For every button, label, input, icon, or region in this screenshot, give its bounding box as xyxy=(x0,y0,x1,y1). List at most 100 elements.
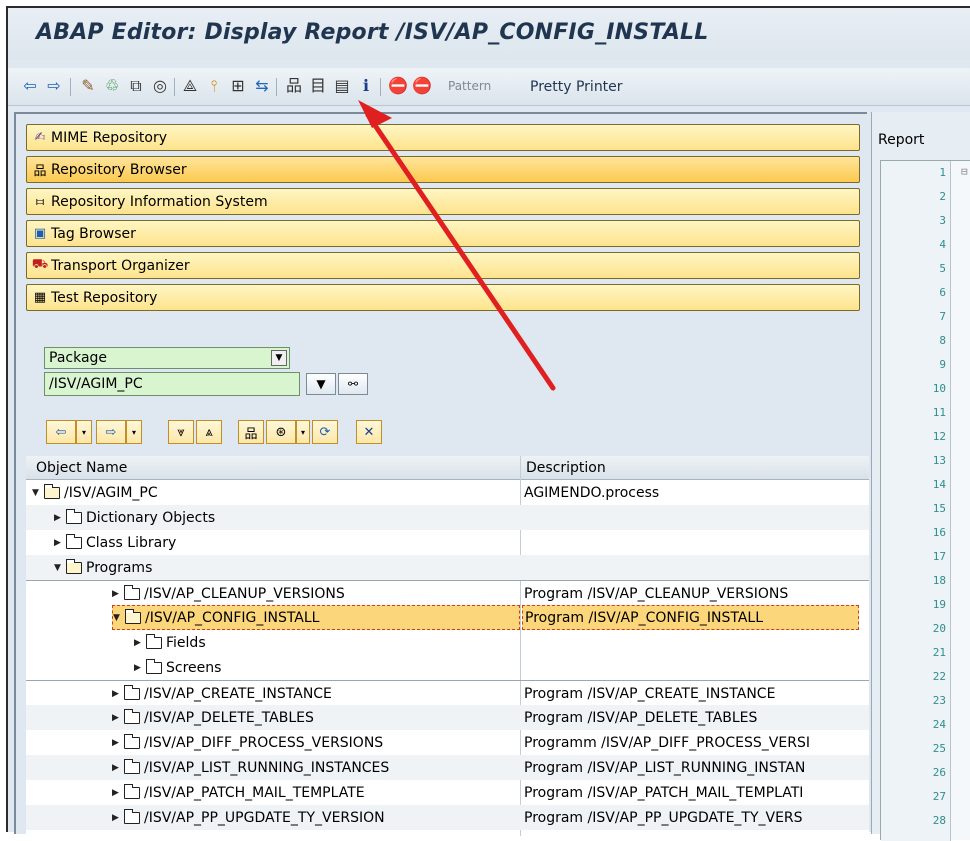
display-dropdown-button[interactable]: ▼ xyxy=(306,373,336,395)
hierarchy-button[interactable]: 品 xyxy=(238,420,264,444)
line-number: 13 xyxy=(932,454,946,467)
tree-row[interactable]: ▶ Class Library xyxy=(26,530,869,555)
session-breakpoint-icon[interactable]: ⛔ xyxy=(412,76,432,96)
test-repository-button[interactable]: ▦ Test Repository xyxy=(26,284,860,311)
line-number: 19 xyxy=(932,598,946,611)
forward-icon[interactable]: ⇨ xyxy=(44,76,64,96)
tree-row[interactable]: ▶/ISV/AP_LIST_RUNNING_INSTANCES Program … xyxy=(26,755,869,780)
column-header-description[interactable]: Description xyxy=(526,460,606,476)
set-breakpoint-icon[interactable]: ⛔ xyxy=(388,76,408,96)
new-object-button[interactable]: ⊛ xyxy=(266,420,296,444)
expanded-triangle-icon[interactable]: ▼ xyxy=(113,613,125,623)
folder-open-icon xyxy=(124,608,141,624)
expanded-triangle-icon[interactable]: ▼ xyxy=(32,488,44,498)
tag-browser-button[interactable]: ▣ Tag Browser xyxy=(26,220,860,247)
expand-all-button[interactable]: ⩔ xyxy=(168,420,194,444)
collapsed-triangle-icon[interactable]: ▶ xyxy=(112,689,124,699)
mime-repository-button[interactable]: ✍ MIME Repository xyxy=(26,124,860,151)
object-tree-grid: Object Name Description ▼/ISV/AGIM_PC AG… xyxy=(26,456,869,836)
column-header-object-name[interactable]: Object Name xyxy=(36,460,127,476)
previous-object-button[interactable]: ⇦ xyxy=(46,420,76,444)
tree-row[interactable]: ▶ Dictionary Objects xyxy=(26,505,869,530)
row-description xyxy=(522,530,859,555)
line-number: 26 xyxy=(932,766,946,779)
collapsed-triangle-icon[interactable]: ▶ xyxy=(54,513,66,523)
activate-icon[interactable]: ⟁ xyxy=(180,76,200,96)
tree-row[interactable]: ▼/ISV/AGIM_PC AGIMENDO.process xyxy=(26,480,869,505)
info-icon[interactable]: ℹ xyxy=(356,76,376,96)
collapsed-triangle-icon[interactable]: ▶ xyxy=(112,813,124,823)
line-number: 22 xyxy=(932,670,946,683)
truck-icon: ⛟ xyxy=(31,257,49,272)
fullscreen-icon[interactable]: 目 xyxy=(308,76,328,96)
collapse-all-button[interactable]: ⩓ xyxy=(196,420,222,444)
tree-row[interactable]: ▶/ISV/AP_DELETE_TABLES Program /ISV/AP_D… xyxy=(26,705,869,730)
other-object-icon[interactable]: ⧉ xyxy=(126,76,146,96)
folder-icon xyxy=(123,584,140,600)
back-icon[interactable]: ⇦ xyxy=(20,76,40,96)
display-object-list-icon[interactable]: ⇆ xyxy=(252,76,272,96)
layout-icon[interactable]: ▤ xyxy=(332,76,352,96)
row-description: AGIMENDO.process xyxy=(524,484,660,501)
row-description: Program /ISV/AP_CONFIG_INSTALL xyxy=(522,605,859,630)
close-button[interactable]: ✕ xyxy=(356,420,382,444)
object-type-select[interactable]: Package ▼ xyxy=(44,347,290,369)
tree-row[interactable]: ▶/ISV/AP_PATCH_MAIL_TEMPLATE Program /IS… xyxy=(26,780,869,805)
line-number: 4 xyxy=(939,238,946,251)
previous-history-button[interactable]: ▾ xyxy=(76,420,92,444)
collapsed-triangle-icon[interactable]: ▶ xyxy=(112,589,124,599)
transport-organizer-button[interactable]: ⛟ Transport Organizer xyxy=(26,252,860,279)
chevron-down-icon: ▾ xyxy=(131,427,136,437)
refresh-icon: ⟳ xyxy=(319,424,331,440)
code-editor[interactable]: 1 2 3 4 5 6 7 8 9 10 11 12 13 14 15 16 1… xyxy=(880,160,970,841)
next-object-button[interactable]: ⇨ xyxy=(96,420,126,444)
tree-row[interactable]: ▶/ISV/AP_CLEANUP_VERSIONS Program /ISV/A… xyxy=(26,580,869,605)
repository-information-system-button[interactable]: ⧦ Repository Information System xyxy=(26,188,860,215)
display-navigation-window-icon[interactable]: 品 xyxy=(284,76,304,96)
tree-row[interactable]: ▶/ISV/AP_PP_UPGDATE_TY_VERSION Program /… xyxy=(26,805,869,830)
application-toolbar: ⇦ ⇨ ✎ ♲ ⧉ ◎ ⟁ ⫯ ⊞ ⇆ 品 目 ▤ ℹ ⛔ ⛔ Pattern … xyxy=(8,68,970,106)
active-inactive-icon[interactable]: ♲ xyxy=(102,76,122,96)
fold-marker-icon[interactable]: ⊟ xyxy=(961,165,968,178)
pretty-printer-button[interactable]: Pretty Printer xyxy=(530,79,623,95)
line-number: 20 xyxy=(932,622,946,635)
collapsed-triangle-icon[interactable]: ▶ xyxy=(112,763,124,773)
folder-icon xyxy=(123,758,140,774)
row-description: Programm /ISV/AP_DIFF_PROCESS_VERSI xyxy=(524,734,810,751)
row-description: Program /ISV/AP_CREATE_INSTANCE xyxy=(524,685,776,702)
tree-row[interactable]: ▼ Programs xyxy=(26,555,869,580)
line-number: 17 xyxy=(932,550,946,563)
change-display-icon[interactable]: ✎ xyxy=(78,76,98,96)
tree-row-selected[interactable]: ▼/ISV/AP_CONFIG_INSTALL Program /ISV/AP_… xyxy=(26,605,869,630)
check-icon[interactable]: ◎ xyxy=(150,76,170,96)
object-name-input[interactable]: /ISV/AGIM_PC xyxy=(44,372,300,396)
line-number: 2 xyxy=(939,190,946,203)
row-description xyxy=(522,555,859,580)
line-number: 28 xyxy=(932,814,946,827)
expand-icon: ⩔ xyxy=(177,424,185,440)
object-navigator-pane: ✍ MIME Repository 品 Repository Browser ⧦… xyxy=(14,112,869,836)
collapsed-triangle-icon[interactable]: ▶ xyxy=(134,638,146,648)
test-icon[interactable]: ⫯ xyxy=(204,76,224,96)
expanded-triangle-icon[interactable]: ▼ xyxy=(54,563,66,573)
line-number: 12 xyxy=(932,430,946,443)
toolbar-separator xyxy=(380,78,381,96)
display-button[interactable]: ⚯ xyxy=(338,373,368,395)
tree-row[interactable]: ▶ Screens xyxy=(26,655,869,680)
collapsed-triangle-icon[interactable]: ▶ xyxy=(134,663,146,673)
close-icon: ✕ xyxy=(363,424,375,440)
pattern-button[interactable]: Pattern xyxy=(448,79,491,93)
next-history-button[interactable]: ▾ xyxy=(126,420,142,444)
collapsed-triangle-icon[interactable]: ▶ xyxy=(54,538,66,548)
new-object-dropdown[interactable]: ▾ xyxy=(296,420,310,444)
tree-row[interactable]: ▶ Fields xyxy=(26,630,869,655)
collapsed-triangle-icon[interactable]: ▶ xyxy=(112,738,124,748)
repository-browser-button[interactable]: 品 Repository Browser xyxy=(26,156,860,183)
tree-row[interactable]: ▶/ISV/AP_CREATE_INSTANCE Program /ISV/AP… xyxy=(26,680,869,705)
collapsed-triangle-icon[interactable]: ▶ xyxy=(112,713,124,723)
where-used-icon[interactable]: ⊞ xyxy=(228,76,248,96)
collapsed-triangle-icon[interactable]: ▶ xyxy=(112,788,124,798)
refresh-button[interactable]: ⟳ xyxy=(312,420,338,444)
dropdown-arrow-icon[interactable]: ▼ xyxy=(271,350,287,366)
tree-row[interactable]: ▶/ISV/AP_DIFF_PROCESS_VERSIONS Programm … xyxy=(26,730,869,755)
